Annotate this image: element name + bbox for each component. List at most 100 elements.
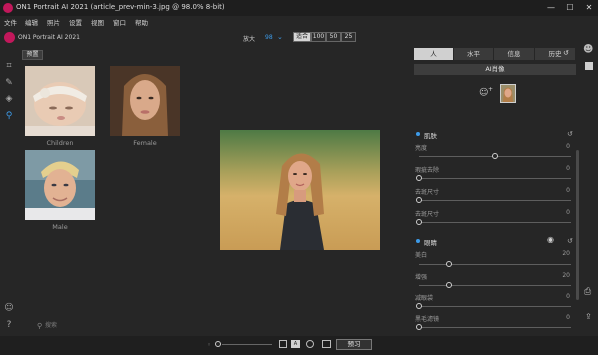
- slider-track[interactable]: [419, 327, 571, 328]
- menu-edit[interactable]: 编辑: [25, 17, 38, 27]
- eye-visibility-icon[interactable]: ◉: [547, 235, 554, 244]
- ai-portrait-header: AI肖像: [414, 64, 576, 75]
- slider-value: 0: [566, 209, 570, 216]
- eyes-reset-icon[interactable]: ↺: [567, 237, 573, 245]
- print-icon[interactable]: ⎙: [584, 287, 591, 297]
- slider-label: 去斑尺寸: [415, 189, 440, 196]
- tab-levels[interactable]: 水平: [454, 48, 494, 60]
- slider-thumb[interactable]: [416, 219, 422, 225]
- zoom-slider-thumb[interactable]: [215, 341, 221, 347]
- slider-value: 0: [566, 187, 570, 194]
- profile-icon[interactable]: ☻: [583, 44, 593, 55]
- menu-photo[interactable]: 照片: [47, 17, 60, 27]
- share-icon[interactable]: ⇪: [585, 312, 592, 321]
- slider-thumb[interactable]: [492, 153, 498, 159]
- zoom-100-button[interactable]: 100: [311, 32, 326, 42]
- zoom-slider-track[interactable]: [222, 344, 272, 345]
- presets-tab[interactable]: 预置: [22, 50, 43, 60]
- slider-thumb[interactable]: [446, 282, 453, 288]
- slider-thumb[interactable]: [416, 175, 422, 181]
- slider-label: 亮度: [415, 145, 428, 152]
- compare-icon[interactable]: A: [291, 340, 300, 348]
- preset-children-thumb[interactable]: [25, 66, 95, 136]
- brush-icon[interactable]: ✎: [3, 77, 15, 89]
- zoom-out-icon[interactable]: ◦: [207, 341, 211, 349]
- slider-label: 增强: [415, 274, 428, 281]
- slider-thumb[interactable]: [416, 197, 422, 203]
- brand-logo: [4, 32, 15, 43]
- slider-value: 0: [566, 143, 570, 150]
- slider-thumb[interactable]: [446, 261, 453, 267]
- skin-section-title: 肌肤: [424, 132, 437, 140]
- eyes-section-title: 眼睛: [424, 239, 437, 247]
- menu-settings[interactable]: 设置: [69, 17, 82, 27]
- skin-reset-icon[interactable]: ↺: [567, 130, 573, 138]
- slider-thumb[interactable]: [416, 303, 422, 309]
- slider-value: 0: [566, 165, 570, 172]
- split-view-icon[interactable]: [322, 340, 331, 348]
- brand-name: ON1 Portrait AI 2021: [18, 34, 80, 41]
- mask-icon[interactable]: [306, 340, 314, 348]
- slider-thumb[interactable]: [416, 324, 422, 330]
- zoom-label: 放大: [243, 36, 256, 43]
- slider-track[interactable]: [419, 178, 571, 179]
- undo-icon[interactable]: ↺: [563, 49, 569, 57]
- eraser-icon[interactable]: ◈: [3, 93, 15, 105]
- preset-male-thumb[interactable]: [25, 150, 95, 220]
- slider-label: 瑕疵去除: [415, 167, 440, 174]
- zoom-25-button[interactable]: 25: [341, 32, 356, 42]
- slider-value: 20: [562, 250, 570, 257]
- slider-label: 美白: [415, 252, 428, 259]
- preset-children-label: Children: [46, 139, 74, 147]
- close-button[interactable]: ✕: [580, 0, 598, 16]
- add-face-icon[interactable]: ☺: [479, 88, 488, 98]
- slider-label: 减眼袋: [415, 295, 434, 302]
- tab-history[interactable]: 历史: [535, 48, 576, 60]
- menu-help[interactable]: 帮助: [135, 17, 148, 27]
- face-thumb-image: [501, 85, 515, 102]
- minimize-button[interactable]: —: [542, 0, 560, 16]
- face-thumbnail[interactable]: [500, 84, 516, 103]
- zoom-50-button[interactable]: 50: [326, 32, 341, 42]
- slider-track[interactable]: [419, 200, 571, 201]
- slider-label: 去斑尺寸: [415, 211, 440, 218]
- search-icon: ⚲: [37, 322, 43, 330]
- tab-info[interactable]: 信息: [494, 48, 535, 60]
- baby-photo: [25, 66, 95, 136]
- crop-icon[interactable]: ⌗: [3, 60, 15, 72]
- panel-scrollbar[interactable]: [576, 150, 579, 300]
- zoom-value[interactable]: 98: [265, 34, 273, 41]
- preset-female-thumb[interactable]: [110, 66, 180, 136]
- zoom-fit-button[interactable]: 适合: [293, 32, 311, 42]
- menu-view[interactable]: 视图: [91, 17, 104, 27]
- slider-track[interactable]: [419, 306, 571, 307]
- search-input[interactable]: [45, 321, 165, 330]
- face-search-icon[interactable]: ⚲: [3, 110, 15, 122]
- preview-button[interactable]: 预习: [336, 339, 372, 350]
- slider-track[interactable]: [419, 285, 571, 286]
- eyes-enabled-dot[interactable]: [416, 239, 420, 243]
- maximize-button[interactable]: ☐: [561, 0, 579, 16]
- slider-value: 0: [566, 314, 570, 321]
- slider-track[interactable]: [419, 222, 571, 223]
- slider-label: 黑毛滤镜: [415, 316, 440, 323]
- face-selector: [414, 79, 576, 109]
- main-photo[interactable]: [220, 130, 380, 250]
- preset-female-label: Female: [133, 139, 157, 147]
- skin-enabled-dot[interactable]: [416, 132, 420, 136]
- plus-icon[interactable]: +: [488, 86, 493, 93]
- help-icon[interactable]: ?: [3, 319, 15, 331]
- user-add-icon[interactable]: ☺: [3, 302, 15, 314]
- menu-window[interactable]: 窗口: [113, 17, 126, 27]
- preset-male-label: Male: [52, 223, 68, 231]
- slider-value: 20: [562, 272, 570, 279]
- menu-file[interactable]: 文件: [4, 17, 17, 27]
- panel-toggle-icon[interactable]: [585, 62, 593, 70]
- slider-value: 0: [566, 293, 570, 300]
- tab-person[interactable]: 人: [414, 48, 454, 60]
- view-single-icon[interactable]: [279, 340, 287, 348]
- portrait-image: [220, 130, 380, 250]
- chevron-down-icon[interactable]: ⌄: [277, 33, 283, 41]
- male-photo: [25, 150, 95, 220]
- slider-track[interactable]: [419, 264, 571, 265]
